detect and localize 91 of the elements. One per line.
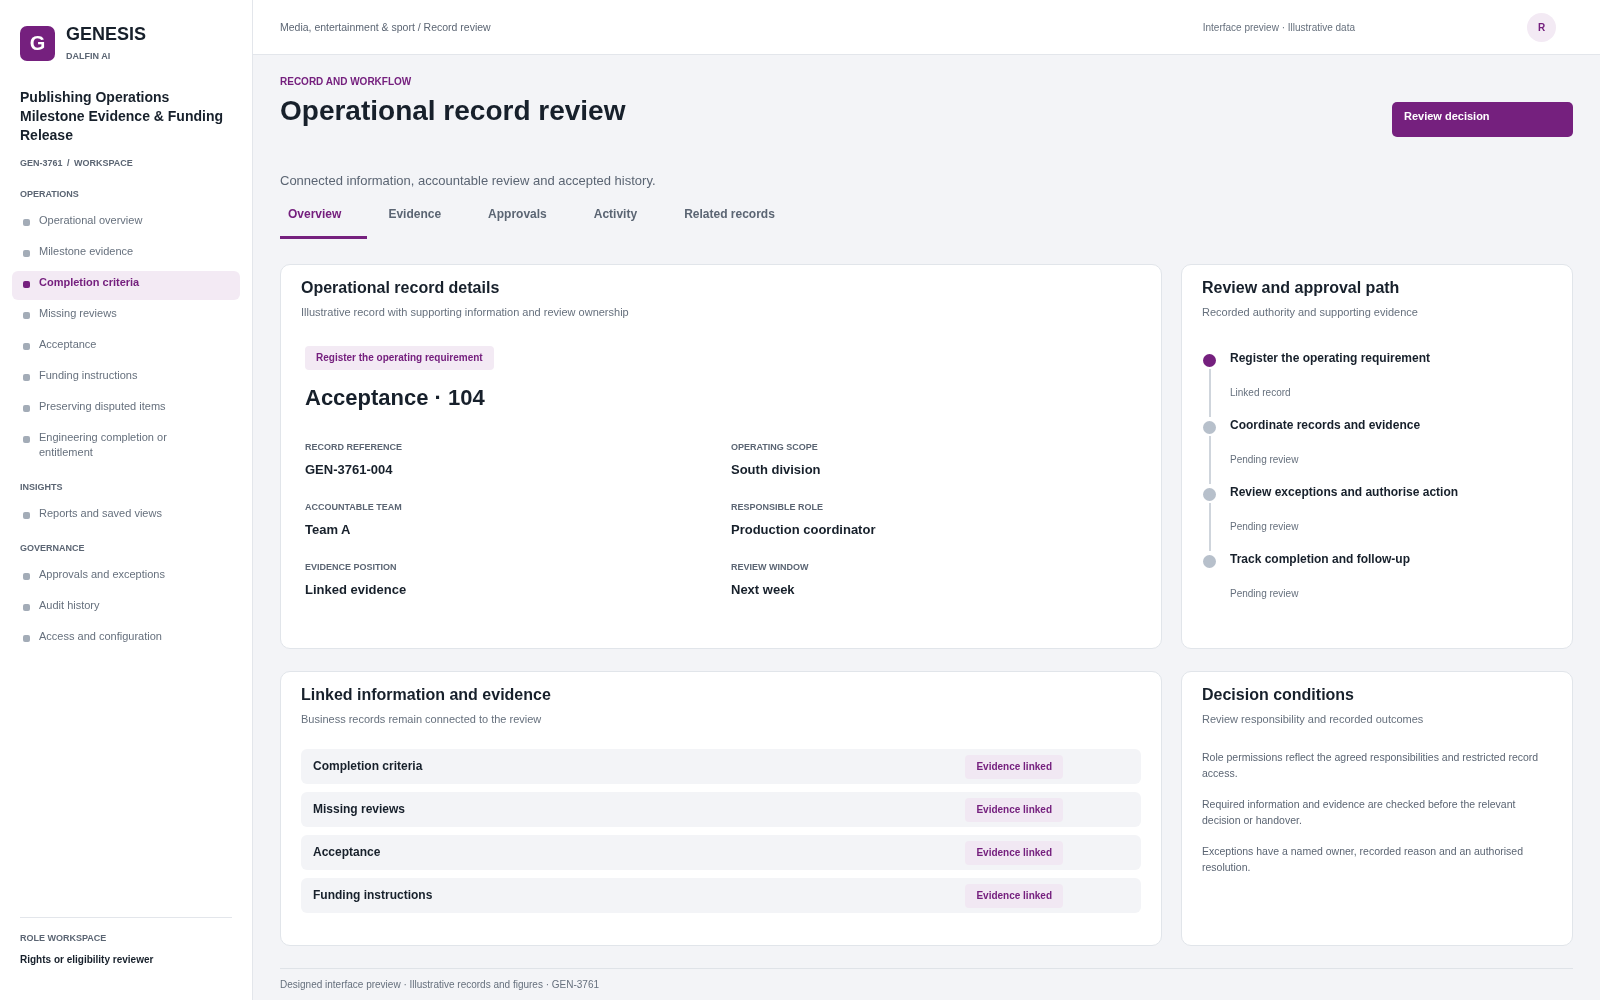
nav-item[interactable]: Audit history	[12, 594, 240, 623]
nav-item[interactable]: Preserving disputed items	[12, 395, 240, 424]
nav-bullet-icon	[23, 312, 30, 319]
logo-mark: G	[20, 25, 55, 61]
nav-item[interactable]: Access and configuration	[12, 625, 240, 654]
tab[interactable]: Approvals	[480, 197, 573, 239]
eyebrow: RECORD AND WORKFLOW	[280, 76, 412, 88]
role-label: ROLE WORKSPACE	[20, 933, 107, 944]
nav-bullet-icon	[23, 604, 30, 611]
field-label: OPERATING SCOPE	[731, 441, 818, 453]
field-value: Production coordinator	[731, 521, 876, 539]
card-subtitle: Illustrative record with supporting information and review ownership	[301, 305, 630, 320]
nav-item[interactable]: Acceptance	[12, 333, 240, 362]
workspace-path: GEN-3761 / WORKSPACE	[20, 158, 134, 169]
tab[interactable]: Overview	[280, 197, 368, 239]
field-value: Linked evidence	[305, 581, 407, 599]
nav-bullet-icon	[23, 343, 30, 350]
nav-item[interactable]: Milestone evidence	[12, 240, 240, 269]
nav-item[interactable]: Approvals and exceptions	[12, 563, 240, 592]
brand-subtitle: DALFIN AI	[66, 51, 111, 62]
card-subtitle: Business records remain connected to the review	[301, 712, 543, 727]
step-title: Track completion and follow-up	[1230, 551, 1410, 567]
nav-item[interactable]: Engineering completion or entitlement	[12, 426, 240, 470]
role-value: Rights or eligibility reviewer	[20, 954, 154, 966]
field-value: GEN-3761-004	[305, 461, 393, 479]
step-title: Register the operating requirement	[1230, 350, 1431, 366]
card-title: Review and approval path	[1202, 278, 1401, 298]
step-tag: Register the operating requirement	[305, 346, 494, 370]
evidence-name: Funding instructions	[313, 888, 433, 903]
breadcrumb: Media, entertainment & sport / Record review	[280, 21, 492, 33]
nav-bullet-icon	[23, 512, 30, 519]
field-value: Next week	[731, 581, 795, 599]
card-title: Linked information and evidence	[301, 685, 552, 705]
nav-bullet-icon	[23, 436, 30, 443]
nav-bullet-icon	[23, 405, 30, 412]
step-status: Linked record	[1230, 386, 1291, 400]
condition-text: Role permissions reflect the agreed responsibilities and restricted record access.	[1202, 750, 1540, 781]
review-decision-button[interactable]: Review decision	[1392, 102, 1573, 137]
nav-bullet-icon	[23, 573, 30, 580]
evidence-name: Acceptance	[313, 845, 381, 860]
card-title: Operational record details	[301, 278, 501, 298]
status-badge: Evidence linked	[965, 754, 1063, 779]
nav-item[interactable]: Reports and saved views	[12, 502, 240, 531]
card-subtitle: Recorded authority and supporting evidence	[1202, 305, 1419, 320]
timeline-connector	[1208, 369, 1211, 417]
field-label: ACCOUNTABLE TEAM	[305, 501, 402, 513]
nav-bullet-icon	[23, 635, 30, 642]
nav-bullet-icon	[23, 219, 30, 226]
tab[interactable]: Evidence	[380, 197, 468, 239]
section-heading: INSIGHTS	[20, 482, 64, 493]
field-label: REVIEW WINDOW	[731, 561, 809, 573]
footer-text: Designed interface preview · Illustrative records and figures · GEN-3761	[280, 979, 600, 991]
nav-bullet-icon	[23, 250, 30, 257]
step-status: Pending review	[1230, 520, 1299, 534]
field-label: EVIDENCE POSITION	[305, 561, 397, 573]
record-heading: Acceptance · 104	[305, 384, 485, 412]
field-label: RESPONSIBLE ROLE	[731, 501, 823, 513]
status-badge: Evidence linked	[965, 797, 1063, 822]
section-heading: OPERATIONS	[20, 189, 80, 200]
field-value: Team A	[305, 521, 351, 539]
nav-bullet-icon	[23, 281, 30, 288]
condition-text: Exceptions have a named owner, recorded reason and an authorised resolution.	[1202, 844, 1525, 875]
page-description: Connected information, accountable review and accepted history.	[280, 173, 657, 189]
step-status: Pending review	[1230, 453, 1299, 467]
nav-item[interactable]: Funding instructions	[12, 364, 240, 393]
page-title: Operational record review	[280, 94, 626, 128]
tab[interactable]: Related records	[676, 197, 801, 239]
field-label: RECORD REFERENCE	[305, 441, 402, 453]
evidence-name: Completion criteria	[313, 759, 423, 774]
status-badge: Evidence linked	[965, 840, 1063, 865]
nav-item[interactable]: Missing reviews	[12, 302, 240, 331]
timeline-connector	[1208, 436, 1211, 484]
step-title: Review exceptions and authorise action	[1230, 484, 1459, 500]
card-subtitle: Review responsibility and recorded outcomes	[1202, 712, 1425, 727]
card-title: Decision conditions	[1202, 685, 1355, 705]
section-heading: GOVERNANCE	[20, 543, 86, 554]
status-badge: Evidence linked	[965, 883, 1063, 908]
evidence-name: Missing reviews	[313, 802, 406, 817]
step-status: Pending review	[1230, 587, 1299, 601]
condition-text: Required information and evidence are checked before the relevant decision or handover.	[1202, 797, 1517, 828]
field-value: South division	[731, 461, 821, 479]
brand-name: GENESIS	[66, 24, 147, 45]
preview-note: Interface preview · Illustrative data	[1202, 21, 1355, 33]
workspace-title: Publishing Operations Milestone Evidence & Funding Release	[20, 88, 225, 145]
nav-item[interactable]: Operational overview	[12, 209, 240, 238]
tab[interactable]: Activity	[585, 197, 664, 239]
step-title: Coordinate records and evidence	[1230, 417, 1421, 433]
nav-bullet-icon	[23, 374, 30, 381]
nav-item[interactable]: Completion criteria	[12, 271, 240, 300]
timeline-connector	[1208, 503, 1211, 551]
avatar[interactable]: R	[1527, 12, 1556, 42]
